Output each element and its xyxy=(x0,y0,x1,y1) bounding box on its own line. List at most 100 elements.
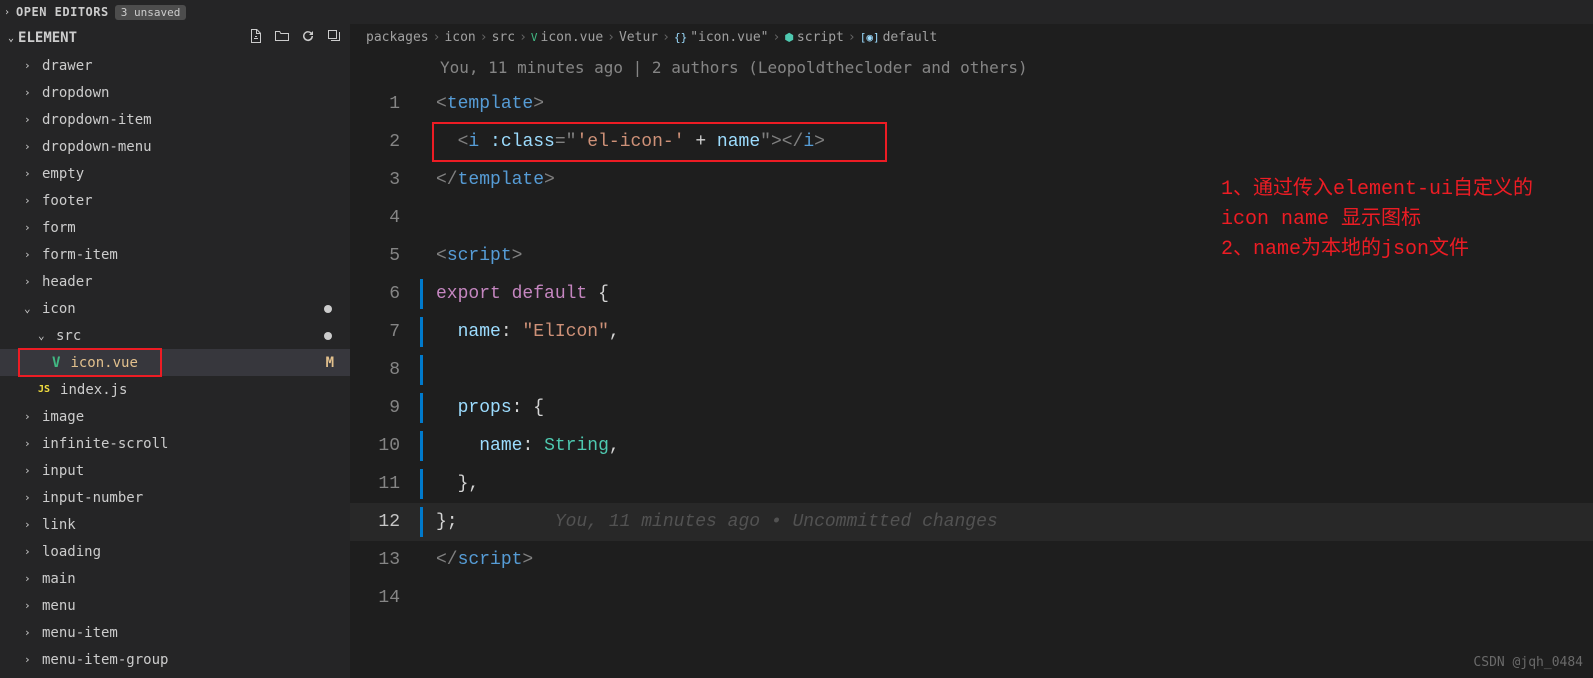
folder-item[interactable]: ›header xyxy=(0,268,350,295)
item-label: infinite-scroll xyxy=(42,436,168,452)
breadcrumb-item[interactable]: ⬢ script xyxy=(784,30,844,45)
chevron-right-icon: › xyxy=(4,7,10,18)
vue-file-icon: V xyxy=(52,355,60,371)
chevron-down-icon: ⌄ xyxy=(38,329,50,342)
modified-badge: M xyxy=(326,355,334,371)
code-content: <i :class="'el-icon-' + name"></i> xyxy=(426,123,825,161)
chevron-right-icon: › xyxy=(24,491,36,504)
code-line[interactable]: 2 <i :class="'el-icon-' + name"></i> xyxy=(350,123,1593,161)
new-file-icon[interactable] xyxy=(248,28,264,48)
chevron-down-icon: ⌄ xyxy=(24,302,36,315)
line-number: 5 xyxy=(350,237,420,275)
folder-item[interactable]: › menu-item-group xyxy=(0,646,350,673)
code-line[interactable]: 9 props: { xyxy=(350,389,1593,427)
new-folder-icon[interactable] xyxy=(274,28,290,48)
modified-dot-icon xyxy=(324,332,332,340)
item-label: menu xyxy=(42,598,76,614)
file-tree: ›drawer›dropdown›dropdown-item›dropdown-… xyxy=(0,52,350,678)
folder-item[interactable]: › dropdown-item xyxy=(0,106,350,133)
chevron-right-icon: › xyxy=(24,572,36,585)
chevron-right-icon: › xyxy=(24,86,36,99)
gutter-marker xyxy=(420,199,426,237)
item-label: form xyxy=(42,220,76,236)
breadcrumb-item[interactable]: icon xyxy=(444,30,475,45)
code-line[interactable]: 11 }, xyxy=(350,465,1593,503)
sidebar-header[interactable]: ⌄ ELEMENT xyxy=(0,24,350,52)
line-number: 4 xyxy=(350,199,420,237)
file-item[interactable]: Vicon.vueM xyxy=(0,349,350,376)
code-content: </script> xyxy=(426,541,533,579)
code-line[interactable]: 10 name: String, xyxy=(350,427,1593,465)
code-content: export default { xyxy=(426,275,609,313)
code-line[interactable]: 13</script> xyxy=(350,541,1593,579)
breadcrumb[interactable]: packages›icon›src›V icon.vue›Vetur›{} "i… xyxy=(350,24,1593,50)
chevron-right-icon: › xyxy=(24,194,36,207)
gutter-marker xyxy=(420,465,426,503)
line-number: 9 xyxy=(350,389,420,427)
breadcrumb-item[interactable]: V icon.vue xyxy=(531,30,603,45)
code-line[interactable]: 14 xyxy=(350,579,1593,617)
code-content: props: { xyxy=(426,389,544,427)
breadcrumb-item[interactable]: [◉] default xyxy=(860,30,938,45)
folder-item[interactable]: ›dropdown xyxy=(0,79,350,106)
code-content: name: String, xyxy=(426,427,620,465)
item-label: dropdown-item xyxy=(42,112,152,128)
code-line[interactable]: 7 name: "ElIcon", xyxy=(350,313,1593,351)
chevron-right-icon: › xyxy=(24,113,36,126)
gutter-marker xyxy=(420,427,426,465)
folder-item[interactable]: ›form-item xyxy=(0,241,350,268)
item-label: menu-item-group xyxy=(42,652,168,668)
chevron-right-icon: › xyxy=(24,221,36,234)
chevron-right-icon: › xyxy=(24,167,36,180)
folder-item[interactable]: ⌄icon xyxy=(0,295,350,322)
open-editors-bar[interactable]: › OPEN EDITORS 3 unsaved xyxy=(0,0,1593,24)
breadcrumb-item[interactable]: {} "icon.vue" xyxy=(674,30,769,45)
folder-item[interactable]: ›footer xyxy=(0,187,350,214)
folder-item[interactable]: ›menu-item xyxy=(0,619,350,646)
breadcrumb-icon: {} xyxy=(674,31,687,44)
git-blame-header: You, 11 minutes ago | 2 authors (Leopold… xyxy=(350,50,1593,85)
code-content: <template> xyxy=(426,85,544,123)
file-item[interactable]: JSindex.js xyxy=(0,376,350,403)
code-line[interactable]: 6export default { xyxy=(350,275,1593,313)
folder-item[interactable]: › menu xyxy=(0,592,350,619)
breadcrumb-item[interactable]: src xyxy=(492,30,515,45)
folder-item[interactable]: ›input xyxy=(0,457,350,484)
folder-item[interactable]: ›input-number xyxy=(0,484,350,511)
folder-item[interactable]: ›dropdown-menu xyxy=(0,133,350,160)
item-label: input xyxy=(42,463,84,479)
item-label: main xyxy=(42,571,76,587)
breadcrumb-separator: › xyxy=(772,30,780,45)
gutter-marker xyxy=(420,541,426,579)
folder-item[interactable]: ›infinite-scroll xyxy=(0,430,350,457)
gutter-marker xyxy=(420,389,426,427)
folder-item[interactable]: › form xyxy=(0,214,350,241)
folder-item[interactable]: ›loading xyxy=(0,538,350,565)
line-number: 13 xyxy=(350,541,420,579)
folder-item[interactable]: ›empty xyxy=(0,160,350,187)
js-file-icon: JS xyxy=(38,384,50,395)
breadcrumb-item[interactable]: packages xyxy=(366,30,429,45)
item-label: drawer xyxy=(42,58,93,74)
breadcrumb-item[interactable]: Vetur xyxy=(619,30,658,45)
collapse-all-icon[interactable] xyxy=(326,28,342,48)
chevron-right-icon: › xyxy=(24,59,36,72)
folder-item[interactable]: ⌄src xyxy=(0,322,350,349)
code-line[interactable]: 12}; You, 11 minutes ago • Uncommitted c… xyxy=(350,503,1593,541)
folder-item[interactable]: ›image xyxy=(0,403,350,430)
folder-item[interactable]: › main xyxy=(0,565,350,592)
chevron-right-icon: › xyxy=(24,653,36,666)
chevron-right-icon: › xyxy=(24,599,36,612)
line-number: 12 xyxy=(350,503,420,541)
chevron-down-icon: ⌄ xyxy=(8,33,14,44)
folder-item[interactable]: › drawer xyxy=(0,52,350,79)
code-area[interactable]: 1、通过传入element-ui自定义的 icon name 显示图标 2、na… xyxy=(350,85,1593,678)
code-line[interactable]: 1<template> xyxy=(350,85,1593,123)
breadcrumb-separator: › xyxy=(519,30,527,45)
code-line[interactable]: 8 xyxy=(350,351,1593,389)
annotation-overlay: 1、通过传入element-ui自定义的 icon name 显示图标 2、na… xyxy=(1221,175,1533,265)
folder-item[interactable]: ›link xyxy=(0,511,350,538)
line-number: 3 xyxy=(350,161,420,199)
gutter-marker xyxy=(420,161,426,199)
refresh-icon[interactable] xyxy=(300,28,316,48)
